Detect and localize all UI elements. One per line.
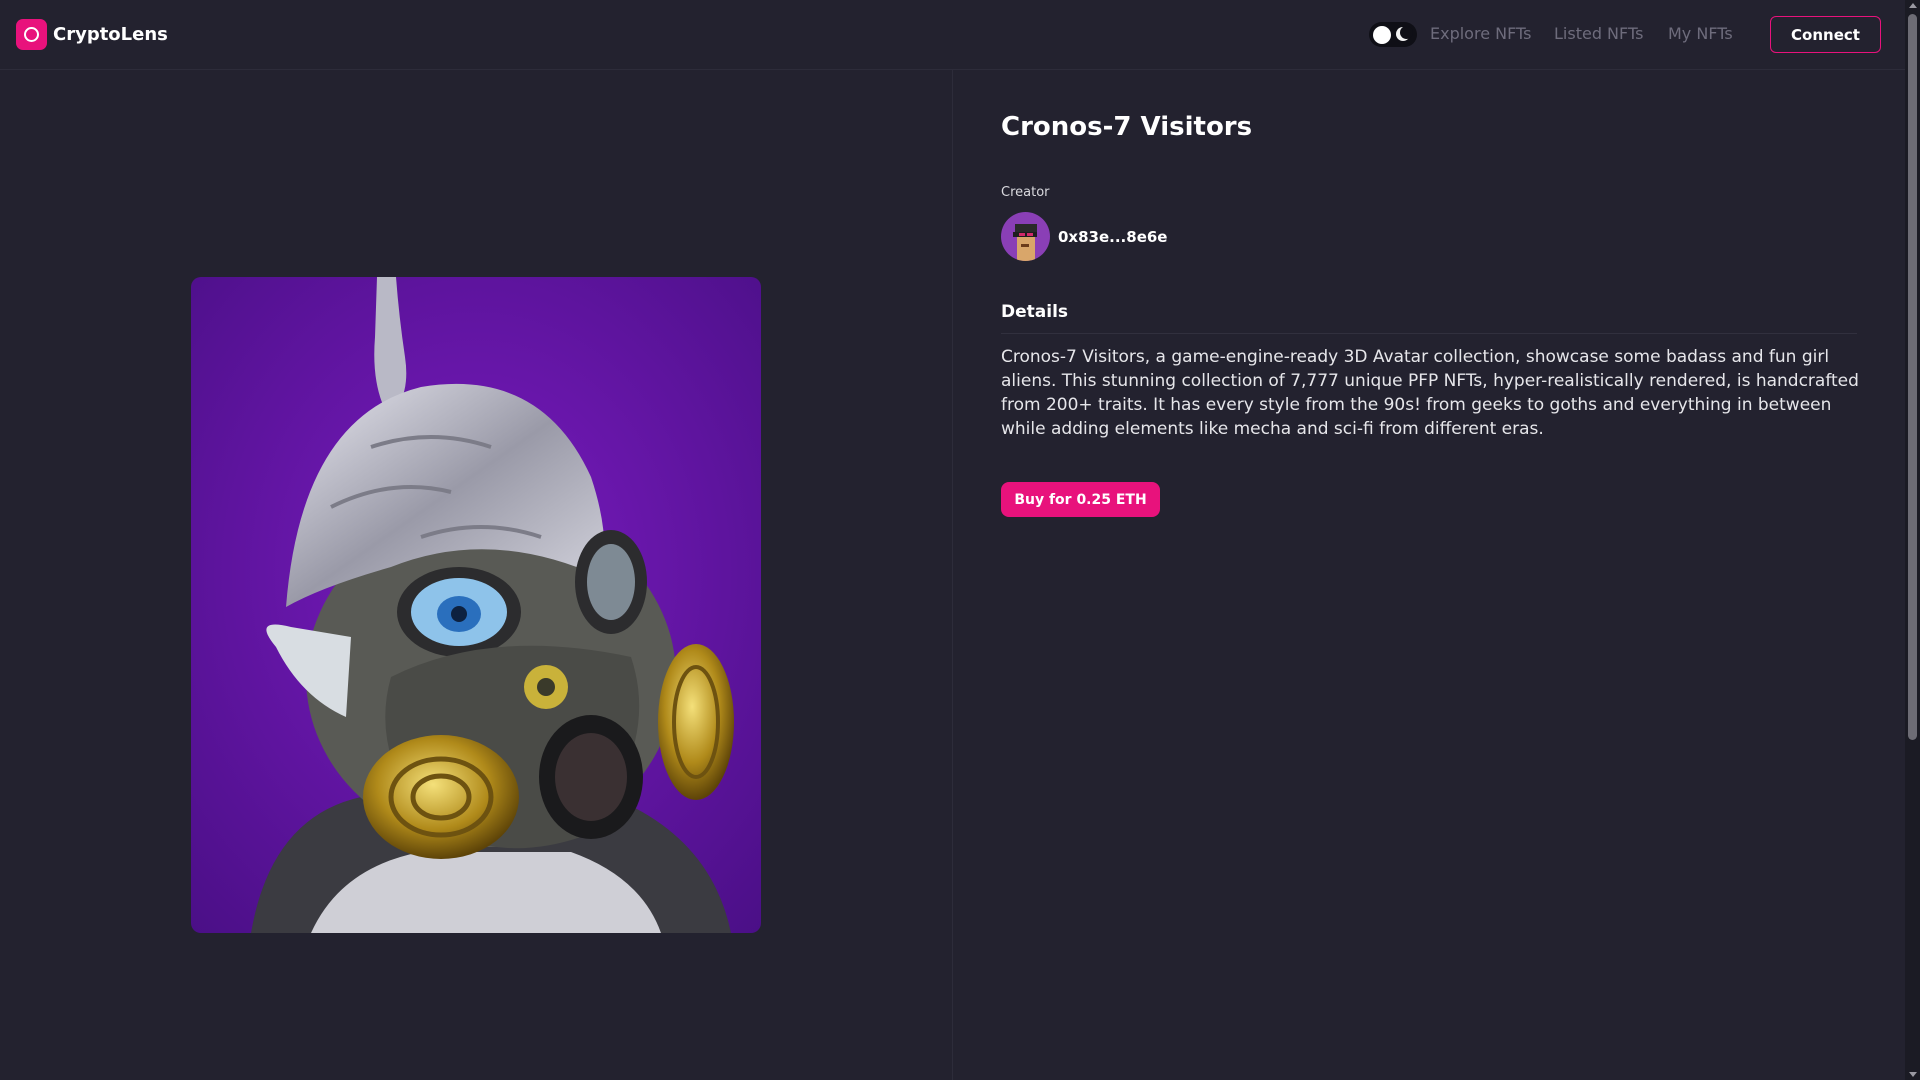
moon-icon	[1396, 26, 1413, 41]
brand-name: CryptoLens	[53, 24, 168, 45]
connect-wallet-button[interactable]: Connect	[1770, 16, 1881, 53]
details-heading: Details	[1001, 302, 1069, 322]
top-navbar: CryptoLens Explore NFTs Listed NFTs My N…	[0, 0, 1905, 70]
details-divider	[1001, 333, 1857, 334]
nav-my-nfts[interactable]: My NFTs	[1668, 24, 1733, 43]
camera-lens-icon	[16, 19, 47, 50]
scrollbar-thumb[interactable]	[1908, 14, 1917, 740]
column-divider	[952, 70, 953, 1080]
toggle-knob	[1373, 25, 1391, 44]
creator-address[interactable]: 0x83e...8e6e	[1058, 228, 1167, 246]
nft-description: Cronos-7 Visitors, a game-engine-ready 3…	[1001, 347, 1859, 439]
page-scrollbar[interactable]	[1905, 0, 1920, 1080]
creator-label: Creator	[1001, 185, 1050, 200]
nav-listed-nfts[interactable]: Listed NFTs	[1554, 24, 1643, 43]
buy-button[interactable]: Buy for 0.25 ETH	[1001, 482, 1160, 517]
brand-logo[interactable]: CryptoLens	[16, 19, 168, 50]
creator-avatar[interactable]	[1001, 212, 1050, 261]
nft-artwork-image	[191, 277, 761, 933]
nav-explore-nfts[interactable]: Explore NFTs	[1430, 24, 1531, 43]
scroll-down-icon[interactable]	[1909, 1072, 1917, 1077]
theme-toggle[interactable]	[1369, 22, 1417, 47]
scroll-up-icon[interactable]	[1909, 3, 1917, 8]
nft-title: Cronos-7 Visitors	[1001, 112, 1253, 142]
